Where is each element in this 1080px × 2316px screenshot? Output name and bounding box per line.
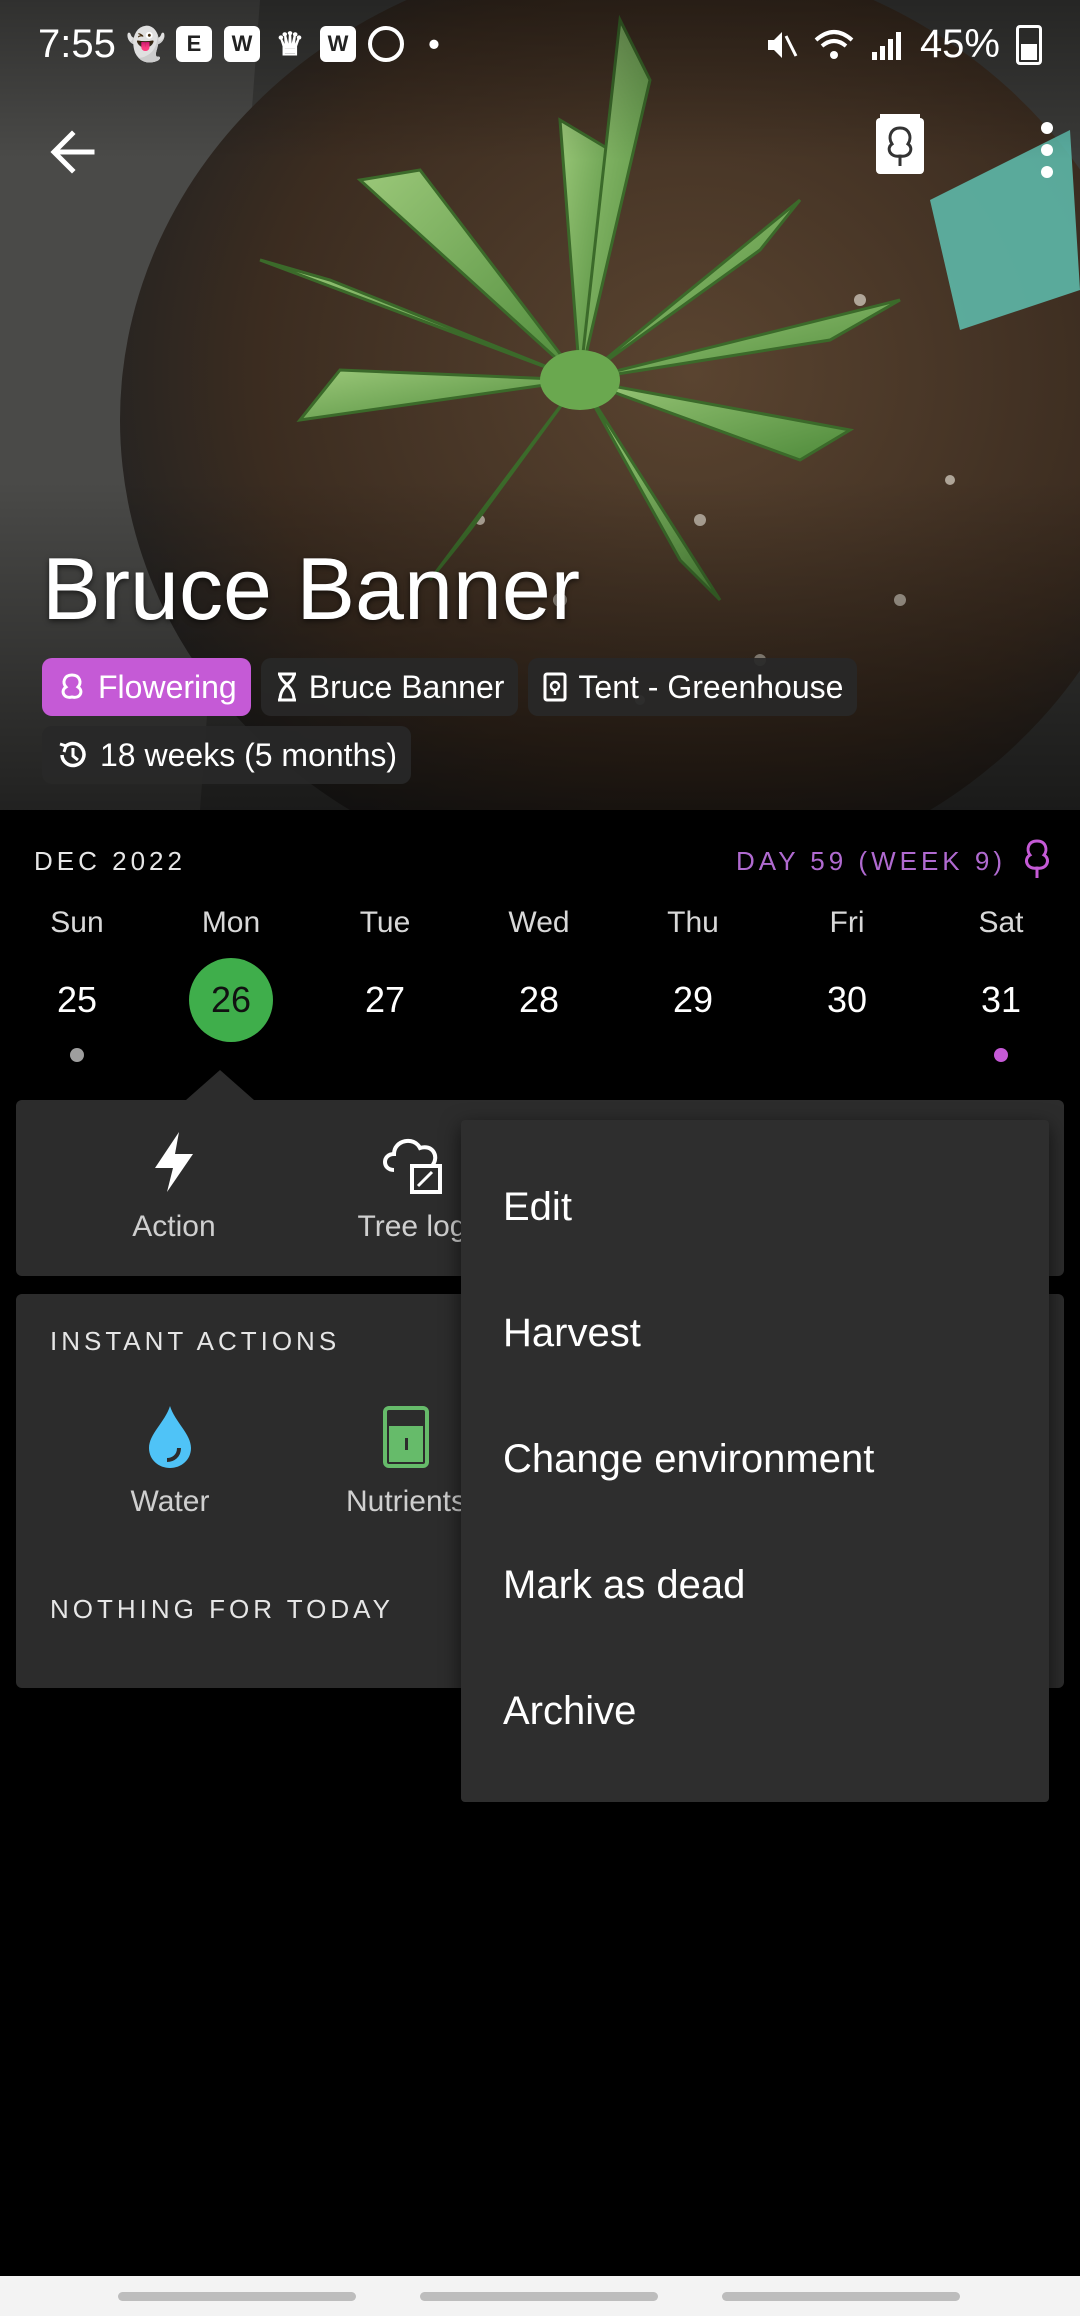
water-drop-icon bbox=[149, 1406, 191, 1468]
nav-home[interactable] bbox=[420, 2292, 658, 2301]
calendar-day[interactable]: Fri 30 bbox=[792, 906, 902, 1042]
stage-chip[interactable]: Flowering bbox=[42, 658, 251, 716]
menu-item-edit[interactable]: Edit bbox=[461, 1144, 1049, 1270]
day-name: Sun bbox=[50, 906, 104, 939]
flowering-icon bbox=[61, 673, 83, 699]
calendar-day[interactable]: Thu 29 bbox=[638, 906, 748, 1042]
day-name: Fri bbox=[829, 906, 865, 939]
age-label: 18 weeks (5 months) bbox=[100, 736, 398, 773]
nav-back[interactable] bbox=[722, 2292, 960, 2301]
crown-icon: ♛ bbox=[275, 26, 305, 62]
environment-chip[interactable]: Tent - Greenhouse bbox=[528, 658, 858, 716]
cloud-edit-icon bbox=[383, 1138, 442, 1194]
strain-chip[interactable]: Bruce Banner bbox=[260, 658, 519, 716]
target-icon bbox=[368, 26, 404, 62]
menu-item-change-environment[interactable]: Change environment bbox=[461, 1396, 1049, 1522]
plant-chips: Flowering Bruce Banner Tent - Greenhouse bbox=[42, 658, 858, 716]
nav-recents[interactable] bbox=[118, 2292, 356, 2301]
plant-name: Bruce Banner bbox=[42, 539, 581, 638]
mute-icon bbox=[767, 31, 798, 58]
snapchat-icon: 👻 bbox=[126, 26, 166, 62]
stage-label: Flowering bbox=[98, 668, 237, 705]
battery-icon bbox=[1016, 24, 1042, 65]
nothing-for-today: NOTHING FOR TODAY bbox=[50, 1594, 394, 1624]
w-icon: W bbox=[320, 26, 356, 62]
tree-log-icon[interactable] bbox=[872, 112, 928, 178]
plant-stage-icon bbox=[1025, 839, 1049, 878]
status-time: 7:55 bbox=[38, 22, 116, 66]
beaker-icon bbox=[383, 1406, 429, 1468]
day-number: 27 bbox=[364, 979, 406, 1020]
hero-photo: 7:55 👻 E W ♛ W • 45% Bruce Banner Flower… bbox=[0, 0, 1080, 810]
strain-label: Bruce Banner bbox=[308, 668, 505, 705]
day-name: Tue bbox=[359, 906, 411, 939]
calendar-day[interactable]: Sat 31 bbox=[946, 906, 1056, 1062]
day-name: Sat bbox=[978, 906, 1024, 939]
calendar-day[interactable]: Wed 28 bbox=[484, 906, 594, 1042]
tab-action[interactable]: Action bbox=[74, 1100, 274, 1276]
day-number: 29 bbox=[672, 979, 714, 1020]
selected-day-number: 26 bbox=[189, 958, 273, 1042]
dot-icon: • bbox=[428, 25, 440, 62]
day-number: 25 bbox=[56, 979, 98, 1020]
day-name: Wed bbox=[508, 906, 570, 939]
water-action[interactable]: Water bbox=[80, 1404, 260, 1519]
espn-icon: E bbox=[176, 26, 212, 62]
status-bar: 7:55 👻 E W ♛ W • 45% bbox=[0, 0, 1080, 92]
history-icon bbox=[59, 741, 86, 768]
day-event-dot bbox=[994, 1048, 1008, 1062]
status-right: 45% bbox=[764, 22, 1042, 67]
week-strip: Sun 25 Mon 26 Tue 27 Wed 28 Thu 29 Fri 30 Sat 31 bbox=[0, 906, 1080, 1062]
menu-item-archive[interactable]: Archive bbox=[461, 1648, 1049, 1774]
water-label: Water bbox=[130, 1485, 210, 1518]
wifi-icon bbox=[814, 29, 854, 59]
calendar-day[interactable]: Mon 26 bbox=[176, 906, 286, 1042]
day-number: 30 bbox=[826, 979, 868, 1020]
environment-label: Tent - Greenhouse bbox=[578, 668, 844, 705]
signal-icon bbox=[871, 31, 901, 60]
day-counter: DAY 59 (WEEK 9) bbox=[736, 846, 1006, 876]
hourglass-icon bbox=[277, 672, 296, 702]
month-label: DEC 2022 bbox=[34, 846, 186, 876]
tab-action-label: Action bbox=[132, 1210, 216, 1243]
day-number: 28 bbox=[518, 979, 560, 1020]
day-event-dot bbox=[70, 1048, 84, 1062]
menu-item-harvest[interactable]: Harvest bbox=[461, 1270, 1049, 1396]
bolt-icon bbox=[155, 1132, 193, 1192]
day-name: Thu bbox=[667, 906, 719, 939]
w-icon: W bbox=[224, 26, 260, 62]
calendar-day[interactable]: Sun 25 bbox=[22, 906, 132, 1062]
more-vert-icon[interactable] bbox=[1040, 120, 1054, 180]
instant-actions-title: INSTANT ACTIONS bbox=[50, 1326, 341, 1356]
calendar-day[interactable]: Tue 27 bbox=[330, 906, 440, 1042]
arrow-left-icon[interactable] bbox=[42, 120, 106, 184]
notification-icons: 👻 E W ♛ W • bbox=[126, 25, 452, 62]
age-chip: 18 weeks (5 months) bbox=[42, 726, 412, 784]
navigation-bar bbox=[0, 2276, 1080, 2316]
overflow-menu: Edit Harvest Change environment Mark as … bbox=[461, 1120, 1049, 1802]
menu-item-mark-as-dead[interactable]: Mark as dead bbox=[461, 1522, 1049, 1648]
day-name: Mon bbox=[201, 906, 261, 939]
battery-text: 45% bbox=[919, 22, 1000, 66]
tent-icon bbox=[543, 672, 567, 702]
day-number: 31 bbox=[980, 979, 1022, 1020]
